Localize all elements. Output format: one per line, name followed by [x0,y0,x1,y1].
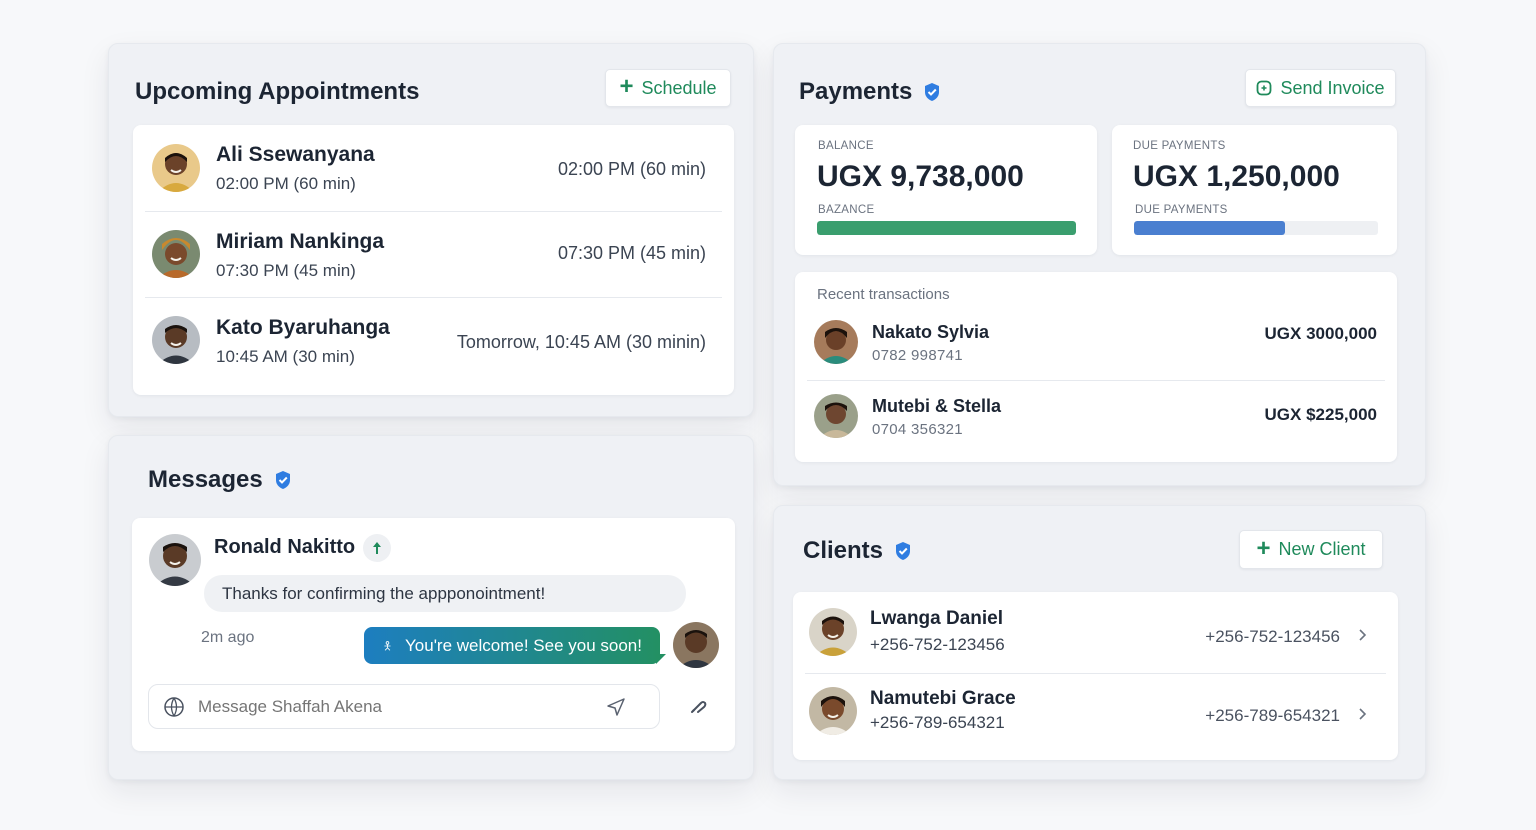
send-icon[interactable] [606,697,626,717]
clients-list: Lwanga Daniel +256-752-123456 +256-752-1… [793,592,1398,760]
transaction-phone: 0704 356321 [872,421,963,438]
avatar [814,320,858,364]
appointment-name: Kato Byaruhanga [216,316,390,339]
globe-icon[interactable] [163,696,185,718]
transaction-row[interactable]: Nakato Sylvia 0782 998741 UGX 3000,000 [795,312,1397,380]
appointments-panel: Upcoming Appointments + Schedule Ali Sse… [108,43,754,417]
outgoing-message: You're welcome! See you soon! [364,627,660,664]
message-timestamp: 2m ago [201,629,255,646]
balance-card: BALANCE UGX 9,738,000 BAZANCE [795,125,1097,255]
appointments-list: Ali Ssewanyana 02:00 PM (60 min) 02:00 P… [133,125,734,395]
avatar [814,394,858,438]
appointment-time: 07:30 PM (45 min) [216,261,356,280]
payments-title: Payments [799,78,942,106]
attach-icon[interactable] [689,695,709,715]
balance-bar-fill [817,221,1076,235]
avatar [809,608,857,656]
client-phone: +256-789-654321 [870,713,1005,732]
transaction-row[interactable]: Mutebi & Stella 0704 356321 UGX $225,000 [795,384,1397,456]
client-phone-right: +256-789-654321 [1205,706,1340,725]
appointment-row[interactable]: Miriam Nankinga 07:30 PM (45 min) 07:30 … [133,212,734,297]
appointment-time: 02:00 PM (60 min) [216,174,356,193]
client-phone-right: +256-752-123456 [1205,627,1340,646]
recent-transactions-label: Recent transactions [817,286,950,303]
conversation-card: Ronald Nakitto Thanks for confirming the… [132,518,735,751]
transaction-amount: UGX $225,000 [1264,405,1377,424]
pin-icon [373,542,381,554]
appointment-time-right: 07:30 PM (45 min) [557,243,706,263]
new-client-button[interactable]: + New Client [1239,530,1383,569]
avatar [152,316,200,364]
message-text-field[interactable] [198,696,598,717]
appointment-name: Ali Ssewanyana [216,143,375,166]
send-invoice-button[interactable]: Send Invoice [1245,69,1396,107]
client-row[interactable]: Lwanga Daniel +256-752-123456 +256-752-1… [793,592,1398,673]
chevron-right-icon[interactable] [1356,628,1370,642]
plus-icon: + [619,73,634,100]
appointment-row[interactable]: Kato Byaruhanga 10:45 AM (30 min) Tomorr… [133,298,734,394]
transaction-name: Mutebi & Stella [872,396,1002,416]
plus-icon: + [1256,534,1271,562]
sender-badge [363,534,391,562]
divider [807,380,1385,381]
invoice-icon [1257,80,1272,96]
client-name: Lwanga Daniel [870,608,1004,629]
due-payments-card: DUE PAYMENTS UGX 1,250,000 DUE PAYMENTS [1112,125,1397,255]
client-phone: +256-752-123456 [870,635,1005,654]
payments-panel: Payments Send Invoice BALANCE UGX 9,738,… [773,43,1426,486]
sender-name: Ronald Nakitto [214,536,356,558]
balance-bar [817,221,1076,235]
appointment-name: Miriam Nankinga [216,230,385,253]
incoming-message: Thanks for confirming the appponointment… [204,575,686,612]
bubble-tail [656,654,666,664]
appointments-title: Upcoming Appointments [135,78,420,105]
clients-panel: Clients + New Client Lwanga Daniel +256-… [773,505,1426,780]
messages-title: Messages [148,466,293,494]
message-input[interactable] [148,684,660,729]
balance-label: BALANCE [818,140,874,152]
assistant-icon [384,640,391,651]
client-row[interactable]: Namutebi Grace +256-789-654321 +256-789-… [793,674,1398,755]
messages-panel: Messages Ronald Nakitto Thanks for confi… [108,435,754,780]
due-payments-bar-fill [1134,221,1286,235]
avatar [152,144,200,192]
appointment-row[interactable]: Ali Ssewanyana 02:00 PM (60 min) 02:00 P… [133,125,734,211]
transaction-phone: 0782 998741 [872,347,963,364]
verified-icon [896,542,911,560]
sender-avatar [149,534,201,586]
user-avatar [673,622,719,668]
chevron-right-icon[interactable] [1356,707,1370,721]
balance-amount: UGX 9,738,000 [817,160,1024,193]
recent-transactions-card: Recent transactions Nakato Sylvia 0782 9… [795,272,1397,462]
transaction-name: Nakato Sylvia [872,322,990,342]
due-payments-label: DUE PAYMENTS [1133,140,1226,152]
due-payments-amount: UGX 1,250,000 [1133,160,1340,193]
appointment-time-right: Tomorrow, 10:45 AM (30 minin) [456,332,706,352]
appointment-time-right: 02:00 PM (60 min) [557,159,706,179]
verified-icon [275,471,290,489]
due-payments-bar [1134,221,1378,235]
verified-icon [925,83,940,101]
due-payments-bar-label: DUE PAYMENTS [1135,204,1228,216]
avatar [152,230,200,278]
appointment-time: 10:45 AM (30 min) [216,347,355,366]
schedule-button[interactable]: + Schedule [605,69,731,107]
avatar [809,687,857,735]
client-name: Namutebi Grace [870,688,1016,709]
clients-title: Clients [803,537,913,565]
transaction-amount: UGX 3000,000 [1264,324,1377,343]
balance-bar-label: BAZANCE [818,204,875,216]
